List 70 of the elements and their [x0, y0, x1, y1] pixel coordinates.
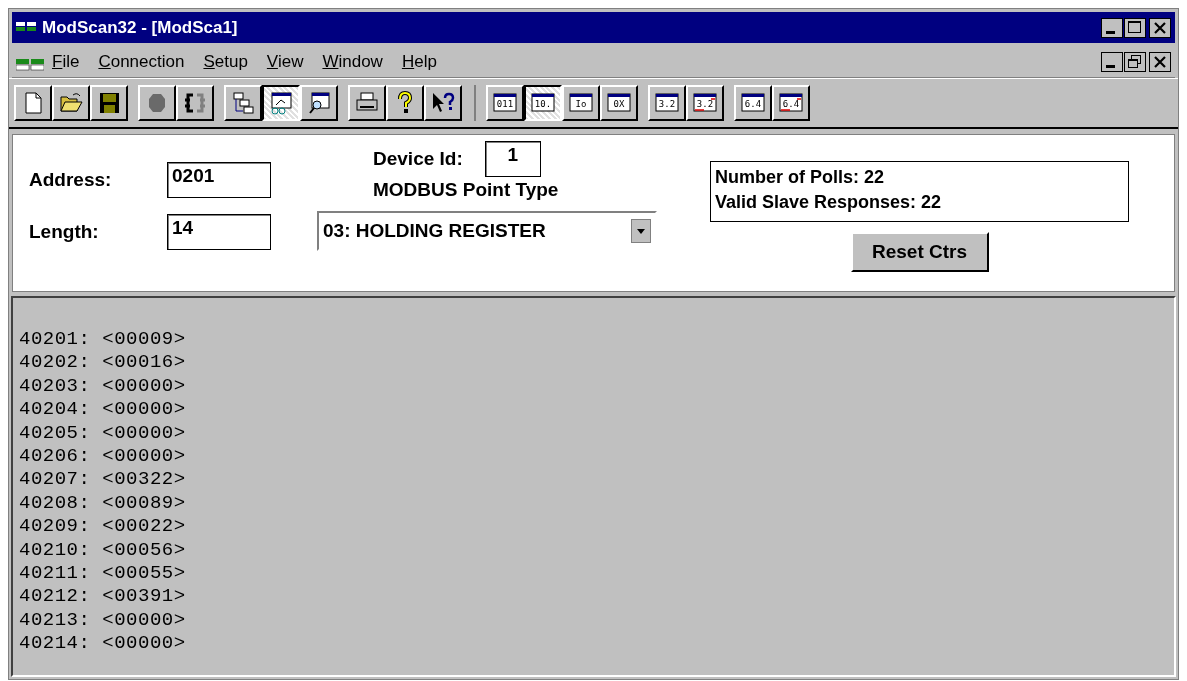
address-field[interactable]: 0201 — [167, 162, 271, 198]
close-icon[interactable] — [1149, 17, 1171, 38]
point-type-dropdown[interactable]: 03: HOLDING REGISTER — [317, 211, 657, 251]
tree-button[interactable] — [224, 85, 262, 121]
close-icon[interactable] — [1149, 52, 1171, 72]
register-value: 40203: <00000> — [19, 374, 186, 399]
magnifier-icon — [307, 91, 331, 115]
format-button[interactable]: 6.4 — [734, 85, 772, 121]
device-id-field[interactable]: 1 — [484, 141, 541, 177]
register-value: 40204: <00000> — [19, 398, 186, 422]
new-button[interactable] — [14, 85, 52, 121]
register-value: 40213: <00000> — [19, 608, 186, 633]
folder-icon — [59, 91, 83, 115]
length-field[interactable]: 14 — [167, 214, 271, 250]
format-button[interactable]: 0X — [600, 85, 638, 121]
number-format-icon: 6.4 — [778, 91, 804, 115]
reset-counters-button[interactable]: Reset Ctrs — [850, 232, 989, 272]
restore-icon[interactable] — [1124, 52, 1146, 72]
register-value: 40205: <00000> — [19, 421, 186, 446]
menu-item[interactable]: Window — [322, 52, 383, 72]
register-value: 40202: <00016> — [19, 351, 186, 375]
register-value: 40201: <00009> — [19, 328, 186, 352]
register-value: 40214: <00000> — [19, 632, 186, 656]
number-format-icon: 3.2 — [692, 91, 718, 115]
device-id-label: Device Id: — [373, 148, 463, 170]
app-icon — [16, 21, 36, 34]
inspect-button[interactable] — [300, 85, 338, 121]
address-label: Address: — [29, 169, 112, 191]
register-value: 40211: <00055> — [19, 562, 186, 586]
window-title: ModScan32 - [ModSca1] — [42, 17, 238, 38]
register-value: 40209: <00022> — [19, 515, 186, 539]
format-button[interactable]: 10. — [524, 85, 562, 121]
number-format-icon: 011 — [492, 91, 518, 115]
menu-item[interactable]: Connection — [98, 52, 185, 72]
pointer-question-icon — [431, 91, 455, 115]
number-format-icon: 0X — [606, 91, 632, 115]
maximize-icon[interactable] — [1124, 17, 1146, 38]
print-button[interactable] — [348, 85, 386, 121]
number-format-icon: 10. — [530, 91, 556, 115]
menu-item[interactable]: Setup — [203, 52, 248, 72]
help-button[interactable] — [386, 85, 424, 121]
minimize-icon[interactable] — [1101, 52, 1123, 72]
register-value: 40212: <00391> — [19, 585, 186, 609]
register-value: 40208: <00089> — [19, 491, 186, 516]
minimize-icon[interactable] — [1101, 17, 1123, 38]
windows-icon — [231, 91, 255, 115]
open-button[interactable] — [52, 85, 90, 121]
menu-item[interactable]: View — [266, 52, 304, 72]
save-button[interactable] — [90, 85, 128, 121]
menu-item[interactable]: Help — [401, 52, 437, 72]
counter-text: Valid Slave Responses: 22 — [715, 191, 943, 214]
chart-window-icon — [269, 91, 293, 115]
number-format-icon: Io — [568, 91, 594, 115]
number-format-icon: 3.2 — [654, 91, 680, 115]
register-value: 40206: <00000> — [19, 445, 186, 469]
length-label: Length: — [29, 221, 99, 243]
disconnect-button[interactable] — [176, 85, 214, 121]
context-help-button[interactable] — [424, 85, 462, 121]
counter-text: Number of Polls: 22 — [715, 166, 886, 189]
register-value: 40210: <00056> — [19, 538, 186, 563]
point-type-label: MODBUS Point Type — [373, 179, 559, 201]
display-button[interactable] — [262, 85, 300, 121]
format-button[interactable]: 6.4 — [772, 85, 810, 121]
format-button[interactable]: Io — [562, 85, 600, 121]
register-value: 40207: <00322> — [19, 468, 186, 492]
format-button[interactable]: 3.2 — [648, 85, 686, 121]
format-button[interactable]: 3.2 — [686, 85, 724, 121]
format-button[interactable]: 011 — [486, 85, 524, 121]
menu-item[interactable]: File — [52, 52, 80, 72]
number-format-icon: 6.4 — [740, 91, 766, 115]
